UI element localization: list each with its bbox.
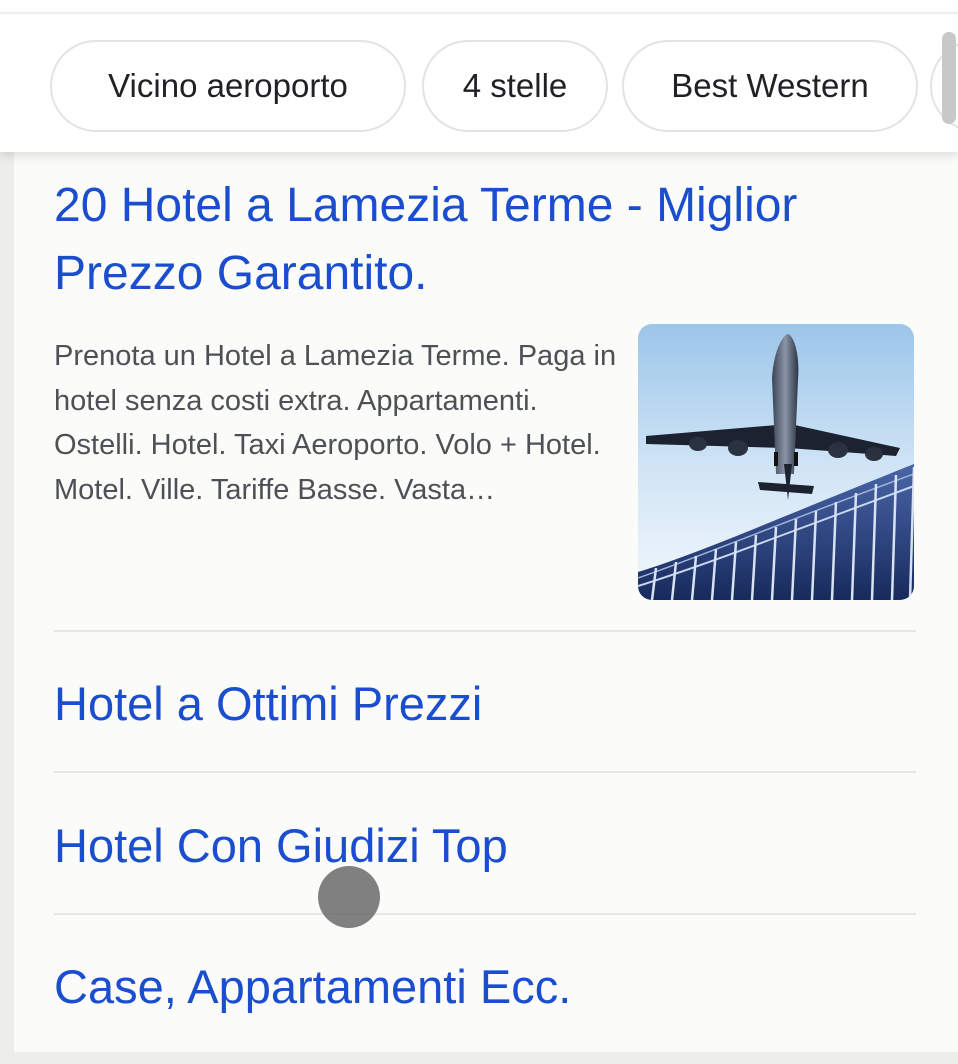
sitelink-hotel-ottimi-prezzi[interactable]: Hotel a Ottimi Prezzi <box>54 674 482 734</box>
chip-4-stelle[interactable]: 4 stelle <box>422 40 608 132</box>
result-description: Prenota un Hotel a Lamezia Terme. Paga i… <box>54 340 617 506</box>
sitelink-case-appartamenti[interactable]: Case, Appartamenti Ecc. <box>54 957 571 1017</box>
chip-vicino-aeroporto[interactable]: Vicino aeroporto <box>50 40 406 132</box>
scrollbar-thumb[interactable] <box>942 32 956 124</box>
airplane-thumbnail-image[interactable] <box>638 324 914 600</box>
divider <box>54 630 916 632</box>
divider <box>54 771 916 773</box>
result-title-link[interactable]: 20 Hotel a Lamezia Terme - Miglior Prezz… <box>54 172 894 308</box>
top-edge <box>0 0 958 14</box>
touch-indicator-icon <box>318 866 380 928</box>
filter-chips-bar[interactable]: Vicino aeroporto 4 stelle Best Western <box>0 14 958 152</box>
search-results-page: Vicino aeroporto 4 stelle Best Western 2… <box>0 0 958 1064</box>
divider <box>54 913 916 915</box>
ad-result-card: 20 Hotel a Lamezia Terme - Miglior Prezz… <box>14 152 958 1052</box>
sitelink-hotel-giudizi-top[interactable]: Hotel Con Giudizi Top <box>54 816 508 876</box>
chip-best-western[interactable]: Best Western <box>622 40 918 132</box>
